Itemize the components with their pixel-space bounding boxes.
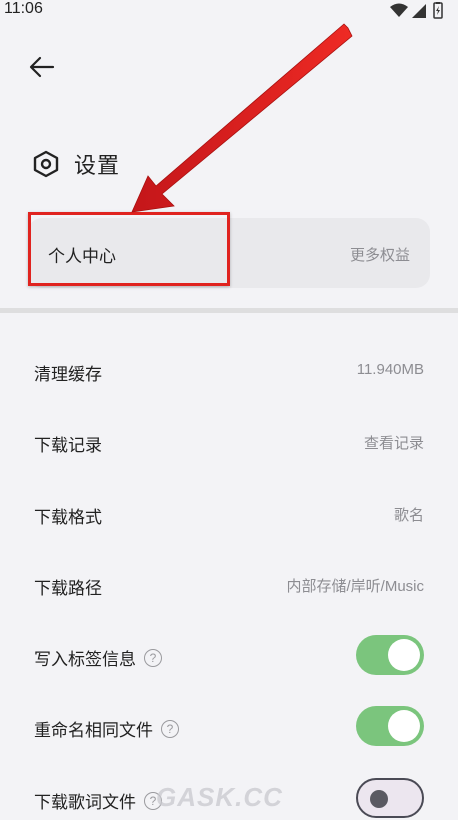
download-format-value: 歌名 bbox=[393, 507, 424, 524]
download-format-row[interactable]: 下载格式 歌名 bbox=[34, 493, 424, 533]
download-lyrics-toggle[interactable] bbox=[356, 778, 424, 818]
toggle-knob bbox=[370, 790, 388, 808]
rename-duplicate-label-wrap: 重命名相同文件 ? bbox=[34, 716, 179, 741]
clear-cache-label: 清理缓存 bbox=[34, 365, 102, 385]
battery-icon bbox=[433, 2, 443, 19]
status-icons bbox=[388, 2, 448, 20]
help-icon[interactable]: ? bbox=[144, 648, 162, 667]
download-path-row[interactable]: 下载路径 内部存储/岸听/Music bbox=[34, 564, 424, 604]
download-history-label: 下载记录 bbox=[34, 436, 102, 456]
section-divider bbox=[0, 308, 458, 313]
annotation-arrow bbox=[131, 23, 353, 213]
status-bar: 11:06 bbox=[0, 0, 458, 26]
rename-duplicate-row: 重命名相同文件 ? bbox=[34, 706, 424, 746]
toggle-knob bbox=[388, 710, 420, 742]
rename-duplicate-toggle[interactable] bbox=[356, 706, 424, 746]
download-path-label: 下载路径 bbox=[34, 579, 102, 599]
download-lyrics-label-wrap: 下载歌词文件 ? bbox=[34, 788, 162, 813]
write-tags-row: 写入标签信息 ? bbox=[34, 635, 424, 675]
download-path-value: 内部存储/岸听/Music bbox=[286, 578, 424, 595]
write-tags-label-wrap: 写入标签信息 ? bbox=[34, 645, 162, 670]
toggle-knob bbox=[388, 639, 420, 671]
rename-duplicate-label: 重命名相同文件 bbox=[34, 721, 153, 741]
write-tags-label: 写入标签信息 bbox=[34, 650, 136, 670]
help-icon[interactable]: ? bbox=[161, 719, 179, 738]
watermark: GASK.CC bbox=[156, 782, 283, 812]
wifi-icon bbox=[390, 3, 408, 17]
back-button[interactable] bbox=[22, 50, 62, 84]
download-format-label: 下载格式 bbox=[34, 508, 102, 528]
arrow-shape bbox=[131, 23, 353, 213]
page-title: 设置 bbox=[74, 154, 121, 179]
view-history-link[interactable]: 查看记录 bbox=[364, 432, 424, 453]
page-header: 设置 bbox=[32, 144, 120, 184]
settings-hexagon-icon bbox=[33, 150, 59, 178]
cache-size-value: 11.940MB bbox=[356, 361, 424, 378]
clear-cache-row[interactable]: 清理缓存 11.940MB bbox=[34, 350, 424, 390]
signal-icon bbox=[412, 4, 426, 18]
more-benefits-link[interactable]: 更多权益 bbox=[350, 244, 410, 265]
arrow-left-icon bbox=[29, 56, 55, 78]
status-time: 11:06 bbox=[4, 0, 43, 17]
download-history-row[interactable]: 下载记录 查看记录 bbox=[34, 421, 424, 461]
write-tags-toggle[interactable] bbox=[356, 635, 424, 675]
annotation-highlight-box bbox=[28, 212, 230, 286]
download-lyrics-label: 下载歌词文件 bbox=[34, 793, 136, 813]
